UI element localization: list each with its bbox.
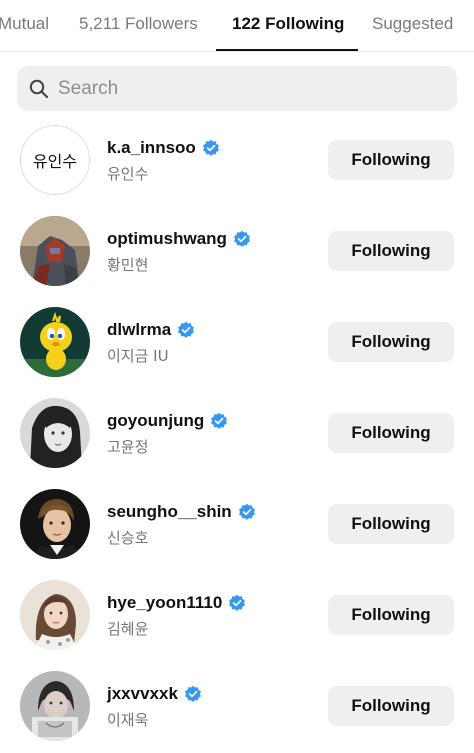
avatar[interactable]: 유인수 — [20, 125, 90, 195]
full-name: 유인수 — [107, 165, 149, 183]
verified-badge-icon — [238, 503, 255, 520]
tab-mutual[interactable]: Mutual — [0, 14, 49, 34]
tab-followers[interactable]: 5,211 Followers — [79, 14, 198, 34]
avatar[interactable] — [20, 216, 90, 286]
following-button[interactable]: Following — [328, 504, 454, 544]
avatar-image — [20, 671, 90, 741]
list-item[interactable]: goyounjung 고윤정 Following — [0, 389, 474, 480]
verified-badge-icon — [234, 230, 250, 247]
username[interactable]: optimushwang — [107, 229, 227, 249]
following-button[interactable]: Following — [328, 140, 454, 180]
avatar[interactable] — [20, 671, 90, 741]
full-name: 이지금 IU — [107, 347, 169, 365]
verified-badge-icon — [202, 139, 219, 156]
avatar-text-logo: 유인수 — [20, 125, 90, 195]
full-name: 김혜윤 — [107, 620, 149, 638]
username[interactable]: seungho__shin — [107, 502, 232, 522]
username[interactable]: hye_yoon1110 — [107, 593, 222, 613]
avatar[interactable] — [20, 398, 90, 468]
following-button[interactable]: Following — [328, 231, 454, 271]
list-item[interactable]: hye_yoon1110 김혜윤 Following — [0, 571, 474, 662]
tab-following[interactable]: 122 Following — [232, 14, 344, 34]
verified-badge-icon — [229, 594, 246, 611]
list-item[interactable]: jxxvvxxk 이재욱 Following — [0, 662, 474, 753]
avatar-image — [20, 580, 90, 650]
verified-badge-icon — [211, 412, 228, 429]
username[interactable]: k.a_innsoo — [107, 138, 196, 158]
list-item[interactable]: optimushwang 황민현 Following — [0, 207, 474, 298]
full-name: 이재욱 — [107, 711, 149, 729]
avatar-image — [20, 307, 90, 377]
avatar-image — [20, 489, 90, 559]
search-bar[interactable] — [17, 66, 457, 111]
following-button[interactable]: Following — [328, 595, 454, 635]
list-item[interactable]: seungho__shin 신승호 Following — [0, 480, 474, 571]
active-tab-indicator — [216, 49, 358, 51]
profile-tabs: Mutual 5,211 Followers 122 Following Sug… — [0, 0, 474, 52]
list-item[interactable]: dlwlrma 이지금 IU Following — [0, 298, 474, 389]
full-name: 신승호 — [107, 529, 149, 547]
search-input[interactable] — [58, 77, 418, 100]
username[interactable]: goyounjung — [107, 411, 204, 431]
full-name: 고윤정 — [107, 438, 149, 456]
full-name: 황민현 — [107, 256, 149, 274]
avatar-image — [20, 398, 90, 468]
avatar-image — [20, 216, 90, 286]
verified-badge-icon — [178, 321, 195, 338]
verified-badge-icon — [184, 685, 201, 702]
username[interactable]: jxxvvxxk — [107, 684, 178, 704]
following-button[interactable]: Following — [328, 322, 454, 362]
tab-suggested[interactable]: Suggested — [372, 14, 453, 34]
avatar[interactable] — [20, 580, 90, 650]
search-icon — [29, 79, 49, 98]
username[interactable]: dlwlrma — [107, 320, 171, 340]
avatar[interactable] — [20, 307, 90, 377]
following-button[interactable]: Following — [328, 686, 454, 726]
avatar[interactable] — [20, 489, 90, 559]
following-button[interactable]: Following — [328, 413, 454, 453]
list-item[interactable]: 유인수 k.a_innsoo 유인수 Following — [0, 116, 474, 207]
